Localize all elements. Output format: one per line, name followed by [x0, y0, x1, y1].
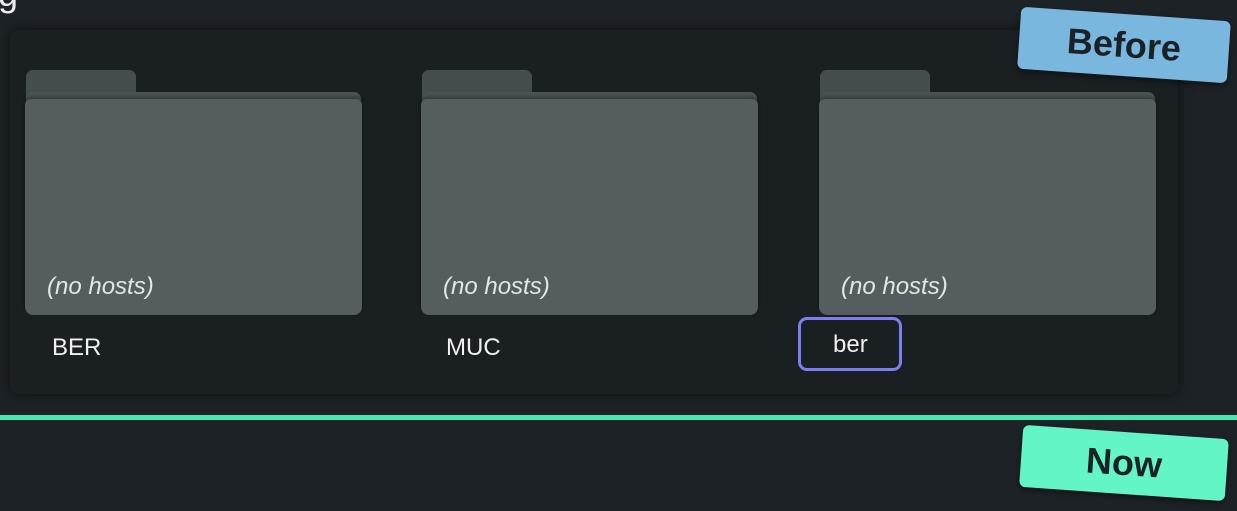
folder-ber[interactable]: (no hosts)	[25, 70, 363, 316]
folder-icon: (no hosts)	[421, 99, 758, 315]
comparison-divider	[0, 415, 1237, 420]
folder-empty-note: (no hosts)	[47, 273, 154, 300]
folder-icon: (no hosts)	[25, 99, 362, 315]
folder-label-ber[interactable]: BER	[52, 334, 101, 362]
folder-empty-note: (no hosts)	[841, 273, 948, 300]
folder-muc[interactable]: (no hosts)	[421, 70, 759, 316]
now-badge: Now	[1019, 424, 1229, 502]
folder-icon: (no hosts)	[819, 99, 1156, 315]
folder-empty-note: (no hosts)	[443, 273, 550, 300]
folder-label-muc[interactable]: MUC	[446, 334, 501, 362]
folder-ber-lowercase[interactable]: (no hosts)	[819, 70, 1157, 316]
folder-name-edit-field[interactable]: ber	[798, 317, 902, 371]
